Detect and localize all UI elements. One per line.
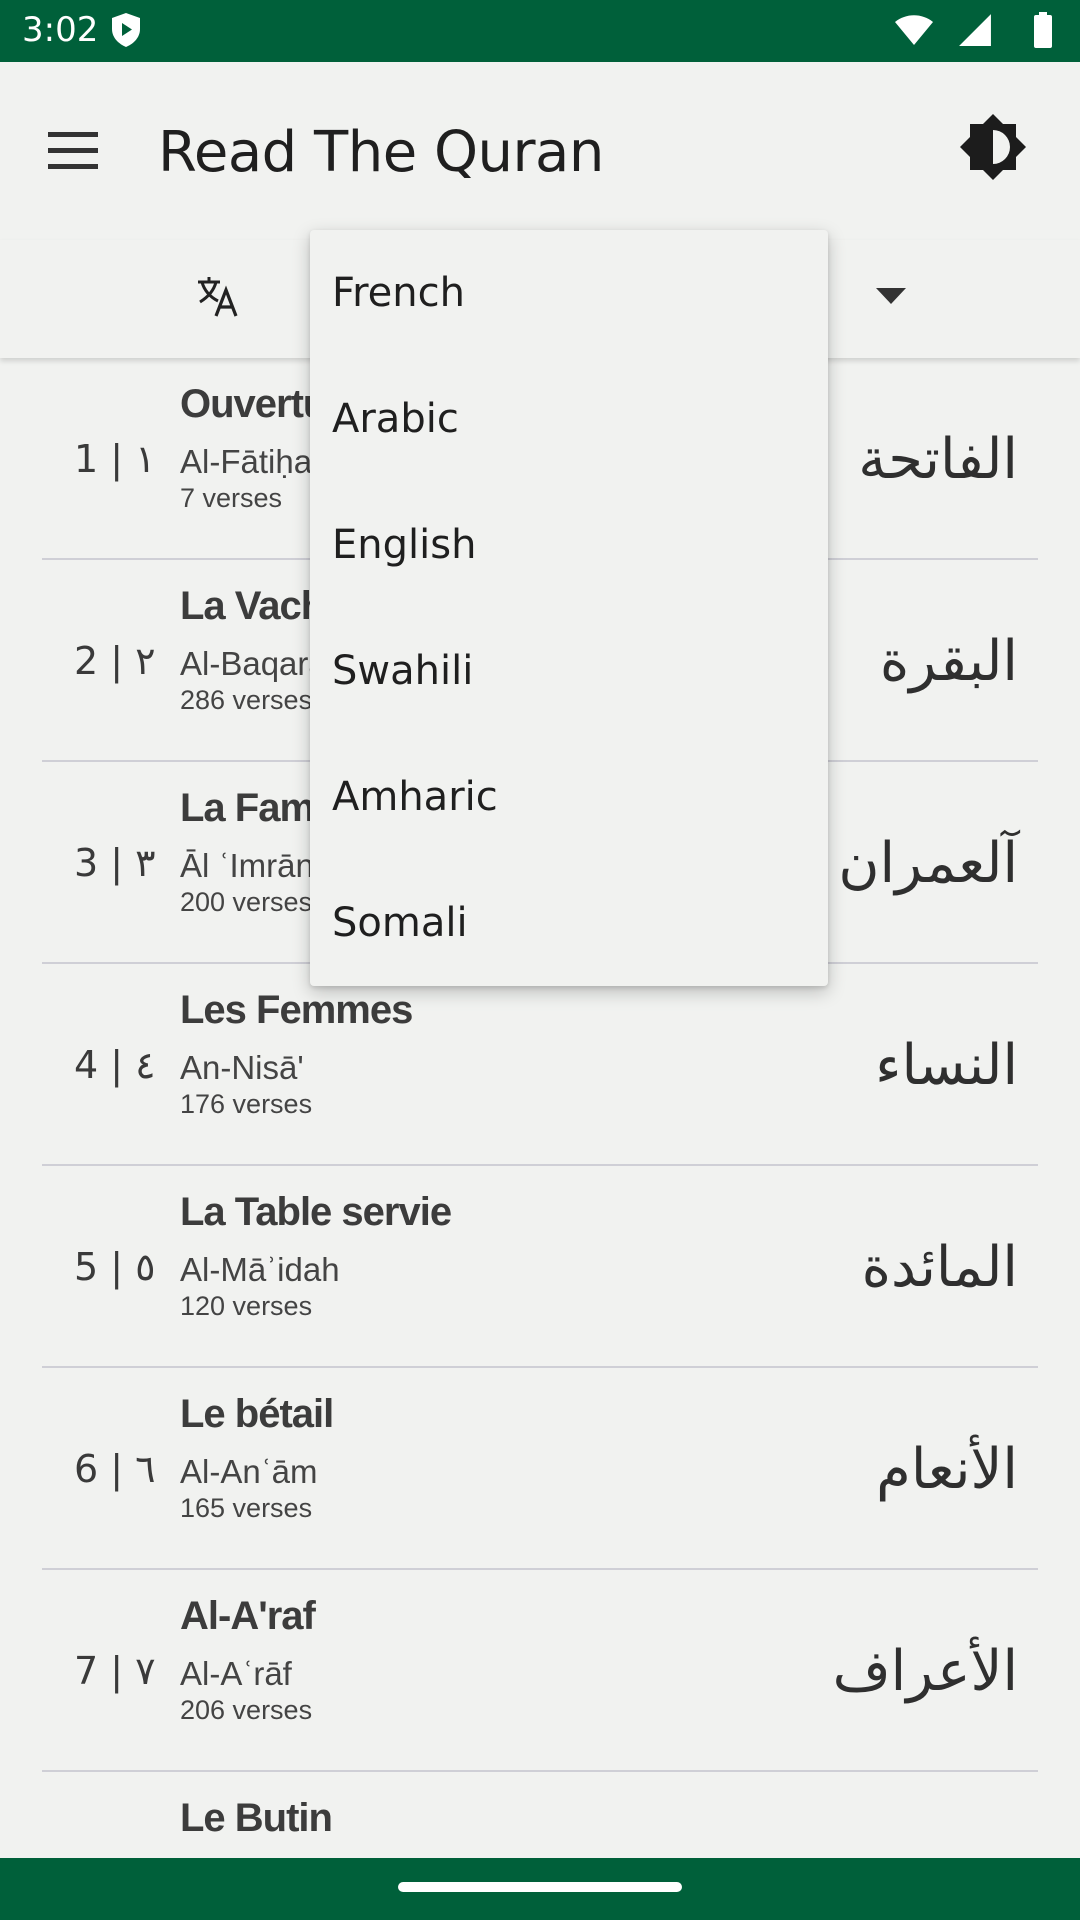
language-option-swahili[interactable]: Swahili (310, 608, 828, 734)
surah-number: 3 | ٣ (74, 841, 156, 885)
status-bar: 3:02 (0, 0, 1080, 62)
surah-arabic-name: المائدة (861, 1234, 1018, 1300)
signal-icon (959, 14, 991, 46)
surah-transliteration: Al-Aʿrāf (180, 1655, 292, 1692)
menu-icon[interactable] (48, 130, 98, 170)
navigation-bar (0, 1858, 1080, 1920)
surah-row[interactable]: 5 | ٥ La Table servie Al-Māʾidah 120 ver… (42, 1166, 1038, 1368)
surah-name: Le Butin (180, 1796, 333, 1840)
surah-number: 7 | ٧ (74, 1649, 156, 1693)
surah-arabic-name: النساء (875, 1032, 1018, 1098)
page-title: Read The Quran (158, 120, 604, 185)
surah-name: Les Femmes (180, 988, 413, 1032)
surah-arabic-name: الفاتحة (858, 426, 1018, 492)
translate-icon (198, 277, 238, 317)
surah-number: 4 | ٤ (74, 1043, 156, 1087)
surah-number: 1 | ١ (74, 437, 156, 481)
surah-row[interactable]: Le Butin (42, 1772, 1038, 1858)
surah-number: 2 | ٢ (74, 639, 156, 683)
surah-verses: 206 verses (180, 1695, 313, 1725)
surah-arabic-name: الأعراف (832, 1638, 1018, 1704)
surah-transliteration: An-Nisā' (180, 1049, 304, 1086)
surah-name: Al-A'raf (180, 1594, 316, 1638)
surah-arabic-name: آلعمران (838, 830, 1018, 896)
language-dropdown-menu: French Arabic English Swahili Amharic So… (310, 230, 828, 986)
status-time: 3:02 (22, 10, 99, 50)
surah-arabic-name: البقرة (879, 628, 1018, 694)
surah-verses: 165 verses (180, 1493, 313, 1523)
battery-icon (1034, 12, 1052, 48)
surah-row[interactable]: 7 | ٧ Al-A'raf Al-Aʿrāf 206 verses الأعر… (42, 1570, 1038, 1772)
language-option-arabic[interactable]: Arabic (310, 356, 828, 482)
language-option-amharic[interactable]: Amharic (310, 734, 828, 860)
chevron-down-icon[interactable] (876, 288, 906, 304)
surah-number: 5 | ٥ (74, 1245, 156, 1289)
wifi-icon (895, 15, 933, 45)
app-bar: Read The Quran (0, 62, 1080, 240)
brightness-icon[interactable] (958, 112, 1028, 182)
surah-name: Le bétail (180, 1392, 334, 1436)
surah-transliteration: Al-Anʿām (180, 1453, 318, 1490)
surah-verses: 176 verses (180, 1089, 313, 1119)
surah-row[interactable]: 6 | ٦ Le bétail Al-Anʿām 165 verses الأن… (42, 1368, 1038, 1570)
surah-number: 6 | ٦ (74, 1447, 156, 1491)
language-option-french[interactable]: French (310, 230, 828, 356)
language-option-english[interactable]: English (310, 482, 828, 608)
language-option-somali[interactable]: Somali (310, 860, 828, 986)
surah-name: La Table servie (180, 1190, 452, 1234)
home-gesture-handle[interactable] (398, 1882, 682, 1892)
surah-row[interactable]: 4 | ٤ Les Femmes An-Nisā' 176 verses الن… (42, 964, 1038, 1166)
surah-verses: 120 verses (180, 1291, 313, 1321)
surah-arabic-name: الأنعام (876, 1436, 1018, 1502)
shield-play-icon (112, 13, 140, 47)
surah-transliteration: Al-Māʾidah (180, 1251, 340, 1288)
